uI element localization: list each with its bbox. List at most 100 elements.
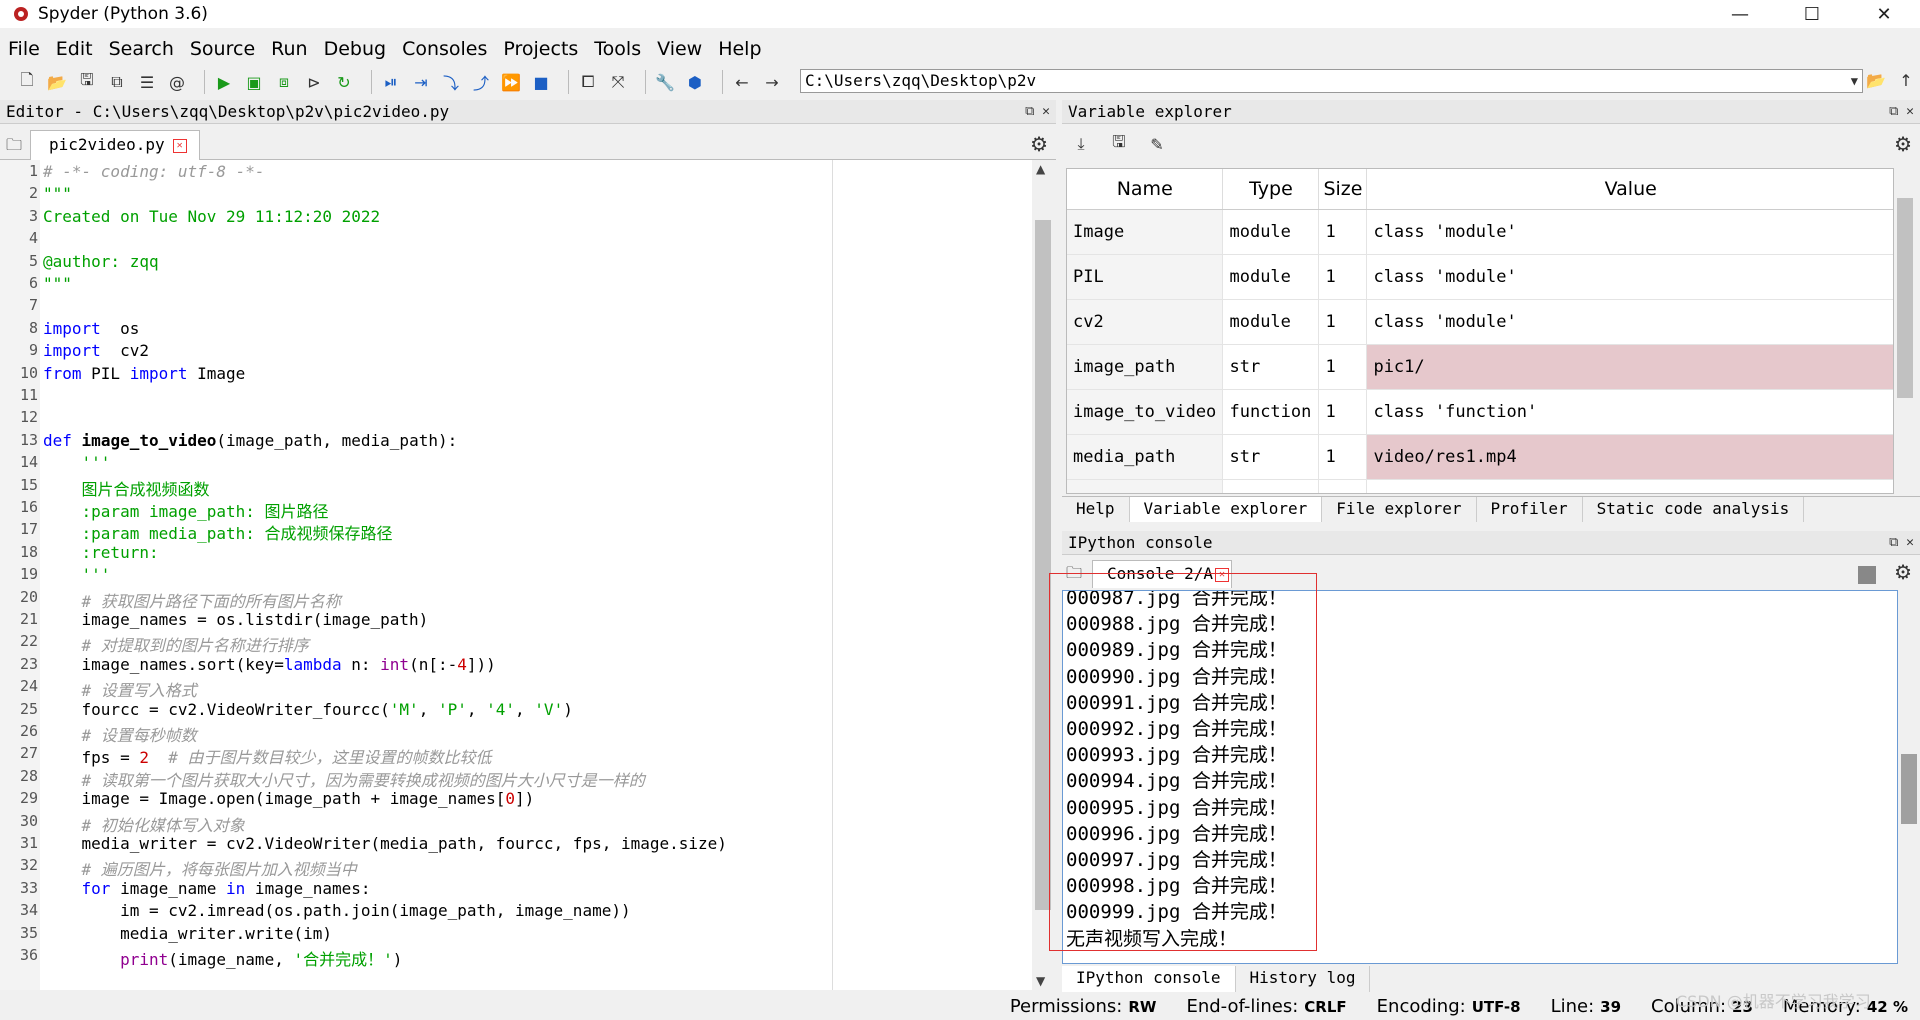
- tab-variable-explorer[interactable]: Variable explorer: [1129, 497, 1323, 522]
- save-data-as-icon[interactable]: ✎: [1146, 133, 1168, 155]
- menu-projects[interactable]: Projects: [503, 38, 578, 60]
- pane-controls[interactable]: ⧉ ✕: [1889, 531, 1914, 555]
- table-row[interactable]: image_path str 1 pic1/: [1067, 344, 1893, 390]
- pane-controls[interactable]: ⧉ ✕: [1889, 100, 1914, 124]
- tab-ipython-console[interactable]: IPython console: [1062, 966, 1236, 992]
- parent-directory-icon[interactable]: ↑: [1895, 69, 1917, 91]
- scrollbar-thumb[interactable]: [1901, 754, 1917, 824]
- cell-value: class 'function': [1366, 389, 1893, 435]
- menu-edit[interactable]: Edit: [56, 38, 93, 60]
- column-header-name[interactable]: Name: [1067, 169, 1224, 210]
- cell-type: module: [1222, 209, 1320, 255]
- maximize-pane-icon[interactable]: ⧠: [577, 71, 599, 93]
- run-icon[interactable]: ▶: [213, 71, 235, 93]
- chevron-down-icon[interactable]: ▼: [1851, 70, 1858, 92]
- menu-search[interactable]: Search: [109, 38, 174, 60]
- code-line: 18 :return:: [0, 543, 1032, 565]
- code-line: 7: [0, 296, 1032, 318]
- working-directory-input[interactable]: C:\Users\zqq\Desktop\p2v ▼: [800, 69, 1863, 93]
- save-data-icon[interactable]: 🖫: [1108, 132, 1130, 155]
- gear-icon[interactable]: ⚙: [1894, 132, 1912, 156]
- code-line: 13 def image_to_video(image_path, media_p…: [0, 431, 1032, 453]
- pane-controls[interactable]: ⧉ ✕: [1025, 100, 1050, 124]
- back-arrow-icon[interactable]: ←: [731, 71, 753, 93]
- debug-icon[interactable]: ⏯: [380, 71, 402, 93]
- menu-tools[interactable]: Tools: [594, 38, 641, 60]
- code-line: 12: [0, 408, 1032, 430]
- encoding-status: Encoding: UTF-8: [1376, 995, 1521, 1017]
- tab-pic2video[interactable]: pic2video.py ✕: [30, 130, 200, 160]
- table-row[interactable]: cv2 module 1 class 'module': [1067, 299, 1893, 345]
- close-button[interactable]: ✕: [1848, 0, 1920, 28]
- forward-arrow-icon[interactable]: →: [761, 71, 783, 93]
- ipython-console-header: IPython console ⧉ ✕: [1062, 531, 1920, 555]
- minimize-button[interactable]: —: [1704, 0, 1776, 28]
- stop-debug-icon[interactable]: ■: [530, 71, 552, 93]
- continue-icon[interactable]: ⏩: [500, 71, 522, 93]
- fullscreen-icon[interactable]: ⤧: [607, 71, 629, 93]
- run-selection-icon[interactable]: ⊳: [303, 71, 325, 93]
- line-number: 10: [19, 363, 38, 382]
- scroll-up-icon[interactable]: ▲: [1036, 162, 1045, 176]
- python-path-icon[interactable]: ⬢: [684, 71, 706, 93]
- column-header-type[interactable]: Type: [1222, 169, 1320, 210]
- cell-size: 1: [1318, 209, 1368, 255]
- step-icon[interactable]: ⇥: [410, 71, 432, 93]
- menu-view[interactable]: View: [657, 38, 702, 60]
- maximize-button[interactable]: ☐: [1776, 0, 1848, 28]
- code-text: Created on Tue Nov 29 11:12:20 2022: [43, 206, 381, 226]
- menu-consoles[interactable]: Consoles: [402, 38, 487, 60]
- line-number: 34: [19, 901, 38, 920]
- import-data-icon[interactable]: ⤓: [1070, 133, 1092, 155]
- tab-help[interactable]: Help: [1062, 497, 1130, 522]
- code-editor[interactable]: 1 # -*- coding: utf-8 -*- 2 """ 3 Created on …: [0, 160, 1032, 990]
- menu-file[interactable]: File: [8, 38, 40, 60]
- code-text: ''': [43, 565, 111, 585]
- open-file-icon[interactable]: 📂: [46, 71, 68, 93]
- scrollbar-thumb[interactable]: [1897, 198, 1913, 398]
- new-file-icon[interactable]: 🗋: [16, 70, 38, 93]
- permissions-status: Permissions: RW: [1009, 995, 1157, 1017]
- code-line: 27 fps = 2 # 由于图片数目较少，这里设置的帧数比较低: [0, 744, 1032, 767]
- status-bar: Permissions: RW End-of-lines: CRLF Encodin…: [0, 992, 1920, 1020]
- tab-history-log[interactable]: History log: [1236, 966, 1371, 992]
- menu-source[interactable]: Source: [190, 38, 255, 60]
- table-row[interactable]: Image module 1 class 'module': [1067, 209, 1893, 255]
- console-scrollbar[interactable]: [1898, 590, 1920, 964]
- gear-icon[interactable]: ⚙: [1030, 132, 1048, 156]
- step-into-icon[interactable]: ⤵: [440, 71, 462, 93]
- code-line: 4: [0, 229, 1032, 251]
- line-number: 35: [19, 923, 38, 942]
- table-row[interactable]: media_path str 1 video/res1.mp4: [1067, 434, 1893, 480]
- variable-table-scrollbar[interactable]: [1894, 168, 1916, 494]
- save-all-icon[interactable]: ⧉: [106, 71, 128, 93]
- tab-static-code-analysis[interactable]: Static code analysis: [1583, 497, 1805, 522]
- cell-size: 1: [1318, 344, 1368, 390]
- menu-help[interactable]: Help: [718, 38, 761, 60]
- rerun-icon[interactable]: ↻: [333, 71, 355, 93]
- column-header-value[interactable]: Value: [1366, 169, 1893, 210]
- tab-profiler[interactable]: Profiler: [1477, 497, 1583, 522]
- browse-tabs-icon[interactable]: 🗀: [6, 134, 22, 161]
- run-cell-advance-icon[interactable]: ⧈: [273, 71, 295, 93]
- browse-folder-icon[interactable]: 📂: [1865, 69, 1887, 91]
- step-return-icon[interactable]: ⤴: [470, 71, 492, 93]
- scroll-down-icon[interactable]: ▼: [1036, 974, 1045, 988]
- tab-file-explorer[interactable]: File explorer: [1322, 497, 1477, 522]
- line-number: 25: [19, 699, 38, 718]
- save-file-icon[interactable]: 🖫: [76, 70, 98, 93]
- run-cell-icon[interactable]: ▣: [243, 71, 265, 93]
- stop-kernel-icon[interactable]: [1858, 566, 1876, 584]
- table-row[interactable]: osmodule1class 'module': [1067, 479, 1893, 493]
- line-status: Line: 39: [1550, 995, 1622, 1017]
- gear-icon[interactable]: ⚙: [1894, 560, 1912, 584]
- list-icon[interactable]: ☰: [136, 71, 158, 93]
- at-icon[interactable]: @: [166, 71, 188, 93]
- table-row[interactable]: PIL module 1 class 'module': [1067, 254, 1893, 300]
- close-tab-icon[interactable]: ✕: [172, 138, 187, 153]
- table-row[interactable]: image_to_video function 1 class 'function': [1067, 389, 1893, 435]
- column-header-size[interactable]: Size: [1318, 169, 1368, 210]
- preferences-icon[interactable]: 🔧: [654, 71, 676, 93]
- menu-run[interactable]: Run: [271, 38, 307, 60]
- menu-debug[interactable]: Debug: [324, 38, 386, 60]
